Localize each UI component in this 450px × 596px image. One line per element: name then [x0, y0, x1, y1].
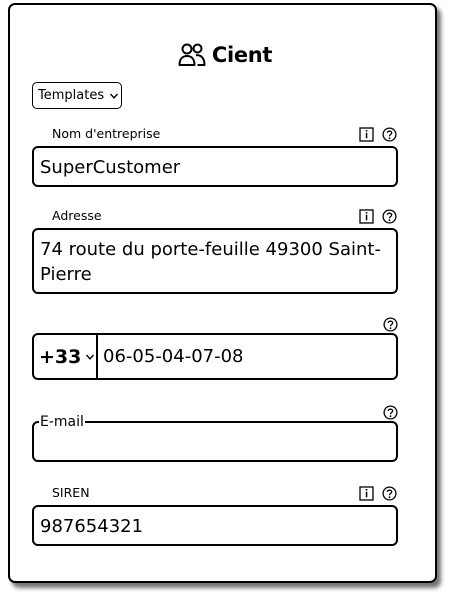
phone-field: +33 06-05-04-07-08 — [32, 333, 398, 380]
email-label: E-mail — [39, 414, 85, 430]
templates-label: Templates — [38, 88, 105, 103]
page-title: Cient — [211, 43, 273, 67]
templates-select[interactable]: Templates — [32, 82, 122, 109]
company-label: Nom d'entreprise — [52, 126, 161, 141]
help-icon[interactable] — [382, 209, 397, 224]
company-input[interactable]: SuperCustomer — [32, 146, 398, 187]
siren-field-icons — [359, 486, 397, 501]
help-icon[interactable] — [383, 405, 398, 420]
address-field-icons — [359, 209, 397, 224]
help-icon[interactable] — [383, 317, 398, 332]
info-icon[interactable] — [359, 486, 374, 501]
help-icon[interactable] — [382, 127, 397, 142]
company-field-icons — [359, 127, 397, 142]
siren-input[interactable]: 987654321 — [32, 505, 398, 546]
phone-input[interactable]: 06-05-04-07-08 — [98, 346, 244, 367]
email-input[interactable]: E-mail — [32, 415, 398, 462]
email-field-icons — [383, 405, 398, 420]
country-code-select[interactable]: +33 — [34, 335, 98, 378]
phone-field-icons — [383, 317, 398, 332]
siren-label: SIREN — [52, 485, 90, 500]
chevron-down-icon — [110, 93, 119, 99]
form-header: Cient — [0, 40, 450, 70]
users-icon — [178, 43, 206, 66]
address-label: Adresse — [52, 208, 102, 223]
country-code-value: +33 — [39, 345, 82, 368]
address-input[interactable]: 74 route du porte-feuille 49300 Saint- P… — [32, 228, 398, 294]
info-icon[interactable] — [359, 209, 374, 224]
chevron-down-icon — [86, 354, 95, 360]
help-icon[interactable] — [382, 486, 397, 501]
info-icon[interactable] — [359, 127, 374, 142]
